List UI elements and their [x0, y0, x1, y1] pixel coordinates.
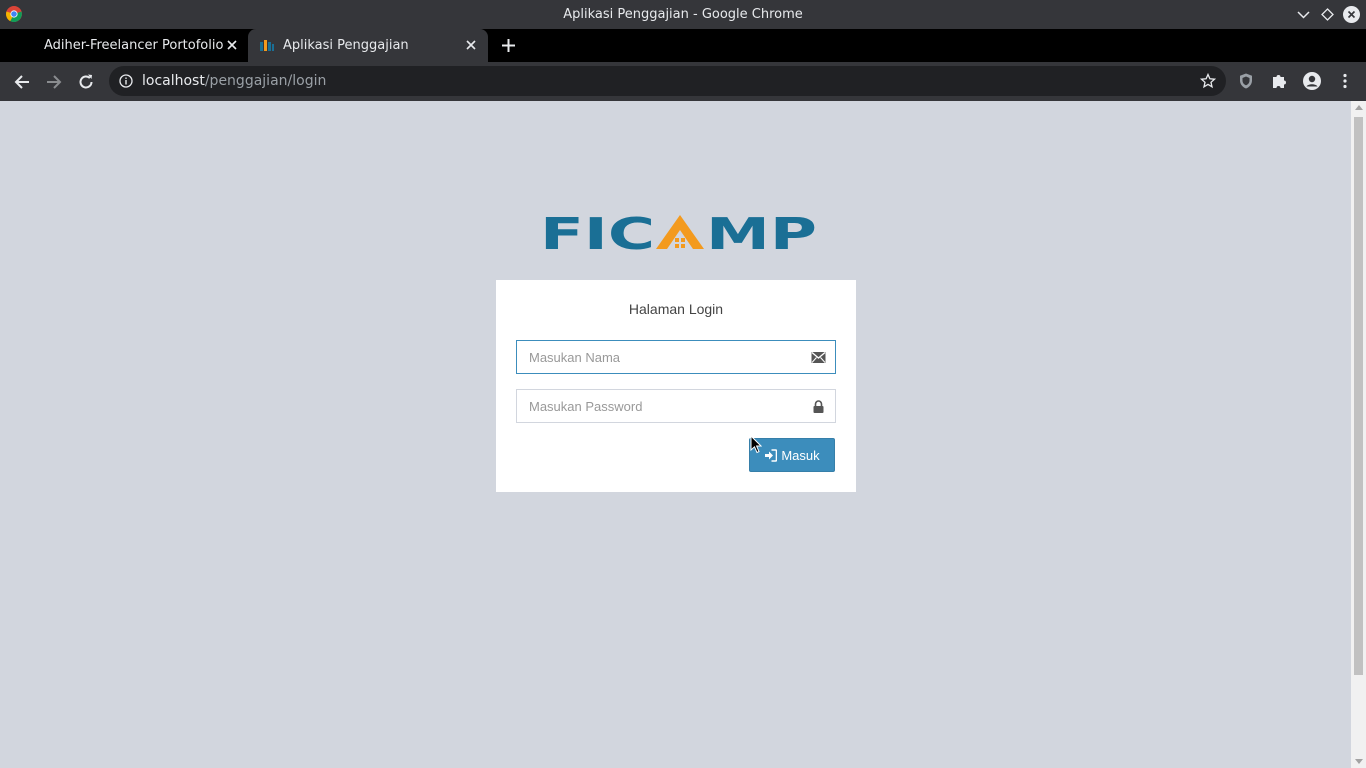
lock-icon [813, 400, 824, 413]
username-field[interactable] [516, 340, 836, 374]
page-scrollbar[interactable] [1351, 101, 1366, 768]
mouse-cursor-icon [750, 435, 762, 454]
menu-kebab-icon[interactable] [1336, 72, 1354, 90]
envelope-icon [811, 352, 826, 363]
password-input[interactable] [517, 390, 835, 422]
shield-extension-icon[interactable] [1237, 72, 1255, 90]
login-submit-label: Masuk [781, 447, 820, 463]
window-titlebar: Aplikasi Penggajian - Google Chrome [0, 0, 1366, 29]
url-path: /penggajian/login [204, 73, 327, 89]
site-favicon-icon [260, 40, 274, 51]
svg-text:FIC: FIC [540, 214, 655, 250]
svg-text:MP: MP [706, 214, 817, 250]
login-title: Halaman Login [628, 301, 724, 317]
login-box: Halaman Login Masuk [496, 280, 856, 492]
tab-label: Aplikasi Penggajian [283, 38, 409, 53]
new-tab-icon[interactable] [500, 37, 517, 54]
scroll-up-arrow-icon[interactable] [1355, 105, 1363, 110]
scroll-down-arrow-icon[interactable] [1355, 759, 1363, 764]
site-info-icon[interactable] [119, 74, 133, 88]
address-bar[interactable]: localhost/penggajian/login [109, 66, 1226, 96]
bookmark-star-icon[interactable] [1200, 73, 1216, 89]
scrollbar-thumb[interactable] [1354, 117, 1363, 675]
minimize-icon[interactable] [1295, 6, 1312, 23]
tab-label: Adiher-Freelancer Portofolio [44, 38, 224, 53]
tab-aplikasi-penggajian[interactable]: Aplikasi Penggajian [248, 29, 488, 62]
reload-icon[interactable] [76, 72, 96, 92]
forward-icon[interactable] [44, 72, 64, 92]
page-content: FIC MP Halaman Login Masukan Nama Masuk [0, 101, 1351, 768]
back-icon[interactable] [12, 72, 32, 92]
extensions-puzzle-icon[interactable] [1270, 72, 1288, 90]
tab-strip: Adiher-Freelancer Portofolio Aplikasi Pe… [0, 29, 1366, 62]
sign-in-icon [765, 448, 778, 462]
browser-toolbar: localhost/penggajian/login [0, 62, 1366, 101]
close-window-icon[interactable] [1343, 6, 1360, 23]
close-tab-icon[interactable] [465, 39, 477, 51]
window-title: Aplikasi Penggajian - Google Chrome [563, 7, 803, 22]
username-input[interactable] [517, 341, 835, 373]
ficamp-logo: FIC MP [540, 214, 817, 250]
close-tab-icon[interactable] [226, 39, 238, 51]
maximize-icon[interactable] [1319, 6, 1336, 23]
url-text: localhost/penggajian/login [142, 66, 326, 96]
url-host: localhost [142, 73, 205, 89]
profile-avatar-icon[interactable] [1302, 71, 1322, 91]
tab-portfolio[interactable]: Adiher-Freelancer Portofolio [0, 29, 248, 62]
password-field[interactable] [516, 389, 836, 423]
